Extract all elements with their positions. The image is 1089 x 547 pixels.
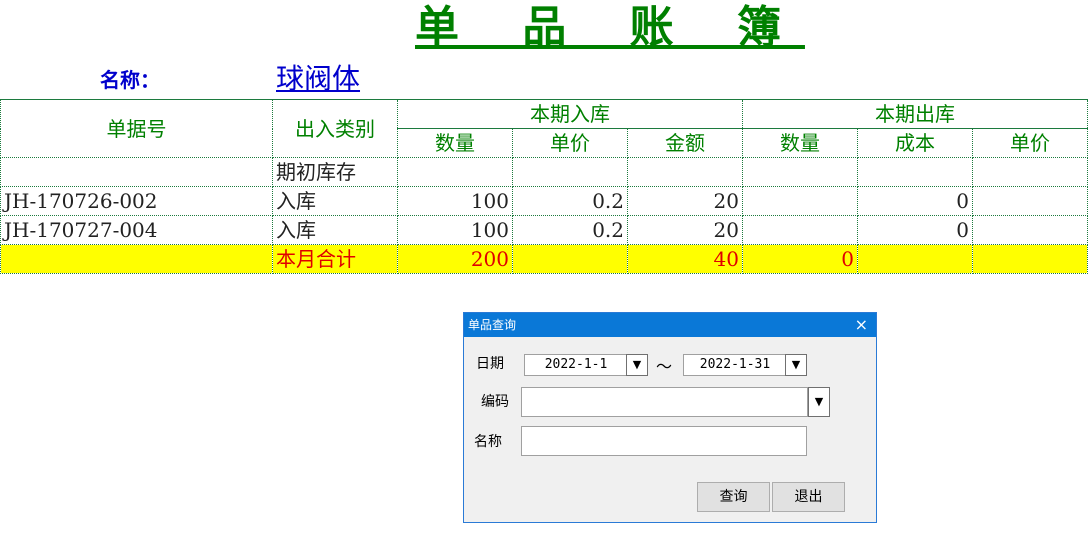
dialog-titlebar[interactable]: 单品查询 × xyxy=(464,313,876,337)
cell-in-price[interactable]: 0.2 xyxy=(512,215,628,245)
cell-doc-no[interactable]: JH-170727-004 xyxy=(0,215,273,245)
cell-type[interactable]: 期初库存 xyxy=(272,157,398,187)
code-label: 编码 xyxy=(481,394,509,410)
date-range-tilde: ～ xyxy=(656,357,673,376)
col-header-in-amount: 金额 xyxy=(627,128,743,158)
table-row[interactable]: JH-170727-004 入库 100 0.2 20 0 xyxy=(0,215,1088,245)
cell-in-qty[interactable]: 100 xyxy=(397,186,513,216)
dialog-title: 单品查询 xyxy=(468,318,517,332)
cell-type[interactable]: 入库 xyxy=(272,186,398,216)
code-combobox[interactable] xyxy=(521,387,808,417)
total-doc-no[interactable] xyxy=(0,244,273,274)
cell-in-amount[interactable]: 20 xyxy=(627,215,743,245)
table-row[interactable]: JH-170726-002 入库 100 0.2 20 0 xyxy=(0,186,1088,216)
item-name-label: 名称： xyxy=(100,68,160,92)
total-in-price[interactable] xyxy=(512,244,628,274)
col-header-out-price: 单价 xyxy=(972,128,1088,158)
cell-doc-no[interactable] xyxy=(0,157,273,187)
col-header-in-price: 单价 xyxy=(512,128,628,158)
total-type[interactable]: 本月合计 xyxy=(272,244,398,274)
code-dropdown-icon[interactable]: ▼ xyxy=(808,387,830,417)
ledger-table: 单据号 出入类别 本期入库 本期出库 数量 单价 金额 数量 成本 单价 期初库… xyxy=(0,99,1088,274)
cell-out-qty[interactable] xyxy=(742,215,858,245)
item-name-value[interactable]: 球阀体 xyxy=(276,62,360,96)
cell-out-cost[interactable]: 0 xyxy=(857,215,973,245)
col-header-out-qty: 数量 xyxy=(742,128,858,158)
cell-in-price[interactable] xyxy=(512,157,628,187)
cell-out-cost[interactable] xyxy=(857,157,973,187)
cell-in-amount[interactable]: 20 xyxy=(627,186,743,216)
cell-in-qty[interactable] xyxy=(397,157,513,187)
date-from-field[interactable]: 2022-1-1 xyxy=(524,354,628,376)
total-out-price[interactable] xyxy=(972,244,1088,274)
exit-button[interactable]: 退出 xyxy=(772,482,845,512)
cell-out-price[interactable] xyxy=(972,157,1088,187)
total-in-amount[interactable]: 40 xyxy=(627,244,743,274)
date-from-dropdown-icon[interactable]: ▼ xyxy=(626,354,648,376)
col-header-type: 出入类别 xyxy=(272,99,398,158)
col-group-in: 本期入库 xyxy=(397,99,743,129)
cell-in-price[interactable]: 0.2 xyxy=(512,186,628,216)
date-to-dropdown-icon[interactable]: ▼ xyxy=(785,354,807,376)
total-out-qty[interactable]: 0 xyxy=(742,244,858,274)
table-row[interactable]: 期初库存 xyxy=(0,157,1088,187)
query-dialog: 单品查询 × 日期 2022-1-1 ▼ ～ 2022-1-31 ▼ 编码 ▼ … xyxy=(463,312,877,523)
cell-out-qty[interactable] xyxy=(742,157,858,187)
col-header-out-cost: 成本 xyxy=(857,128,973,158)
cell-out-cost[interactable]: 0 xyxy=(857,186,973,216)
header-row-1: 单据号 出入类别 本期入库 本期出库 xyxy=(0,99,1088,158)
cell-out-price[interactable] xyxy=(972,186,1088,216)
total-in-qty[interactable]: 200 xyxy=(397,244,513,274)
col-header-doc-no: 单据号 xyxy=(0,99,273,158)
col-group-out: 本期出库 xyxy=(742,99,1088,129)
cell-in-qty[interactable]: 100 xyxy=(397,215,513,245)
page-title: 单 品 账 簿 xyxy=(415,2,805,53)
name-field-label: 名称 xyxy=(474,434,502,450)
cell-type[interactable]: 入库 xyxy=(272,215,398,245)
query-button[interactable]: 查询 xyxy=(697,482,770,512)
cell-out-qty[interactable] xyxy=(742,186,858,216)
close-icon[interactable]: × xyxy=(855,313,868,337)
cell-in-amount[interactable] xyxy=(627,157,743,187)
total-row[interactable]: 本月合计 200 40 0 xyxy=(0,244,1088,274)
name-input[interactable] xyxy=(521,426,807,456)
date-to-field[interactable]: 2022-1-31 xyxy=(683,354,787,376)
col-header-in-qty: 数量 xyxy=(397,128,513,158)
cell-out-price[interactable] xyxy=(972,215,1088,245)
date-label: 日期 xyxy=(476,356,504,372)
total-out-cost[interactable] xyxy=(857,244,973,274)
cell-doc-no[interactable]: JH-170726-002 xyxy=(0,186,273,216)
